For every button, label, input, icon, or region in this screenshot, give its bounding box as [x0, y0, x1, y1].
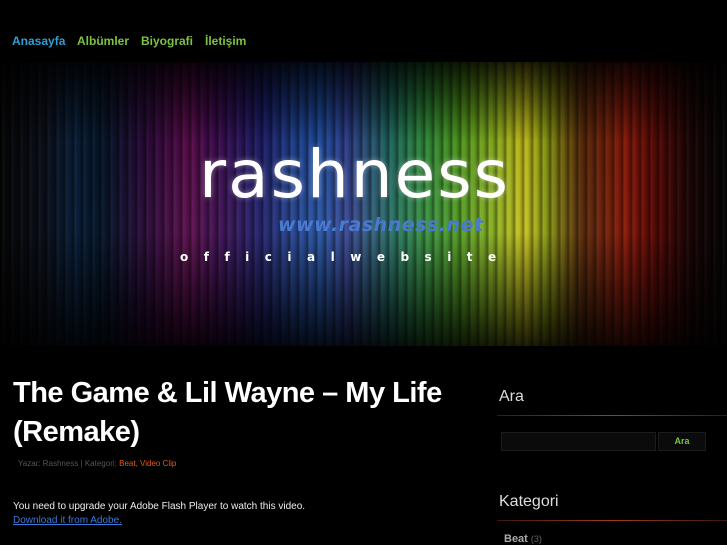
header-banner: rashness www.rashness.net officialwebsit…	[0, 62, 727, 346]
post-categories[interactable]: Beat, Video Clip	[119, 459, 176, 468]
flash-upgrade-message: You need to upgrade your Adobe Flash Pla…	[13, 501, 306, 512]
post-title[interactable]: The Game & Lil Wayne – My Life (Remake)	[13, 374, 473, 452]
category-widget-title: Kategori	[499, 493, 559, 510]
post-meta-prefix: Yazar: Rashness | Kategori:	[18, 459, 117, 468]
category-title-divider	[497, 520, 727, 521]
category-item-count: (3)	[530, 534, 542, 544]
post-meta: Yazar: Rashness | Kategori: Beat, Video …	[18, 459, 176, 468]
site-tagline: officialwebsite	[180, 250, 512, 264]
nav-item-anasayfa[interactable]: Anasayfa	[12, 34, 65, 48]
nav-item-albumler[interactable]: Albümler	[77, 34, 129, 48]
category-item-label: Beat	[504, 533, 528, 545]
top-navigation: Anasayfa Albümler Biyografi İletişim	[0, 0, 727, 62]
flash-download-link[interactable]: Download it from Adobe.	[13, 515, 122, 526]
search-widget-title: Ara	[499, 388, 524, 405]
search-input[interactable]	[501, 432, 656, 451]
search-button[interactable]: Ara	[658, 432, 706, 451]
nav-item-iletisim[interactable]: İletişim	[205, 34, 246, 48]
site-url: www.rashness.net	[278, 214, 484, 236]
search-title-divider	[497, 415, 727, 416]
category-item-beat[interactable]: Beat (3)	[504, 533, 542, 545]
site-logo: rashness	[199, 136, 511, 213]
nav-item-biyografi[interactable]: Biyografi	[141, 34, 193, 48]
